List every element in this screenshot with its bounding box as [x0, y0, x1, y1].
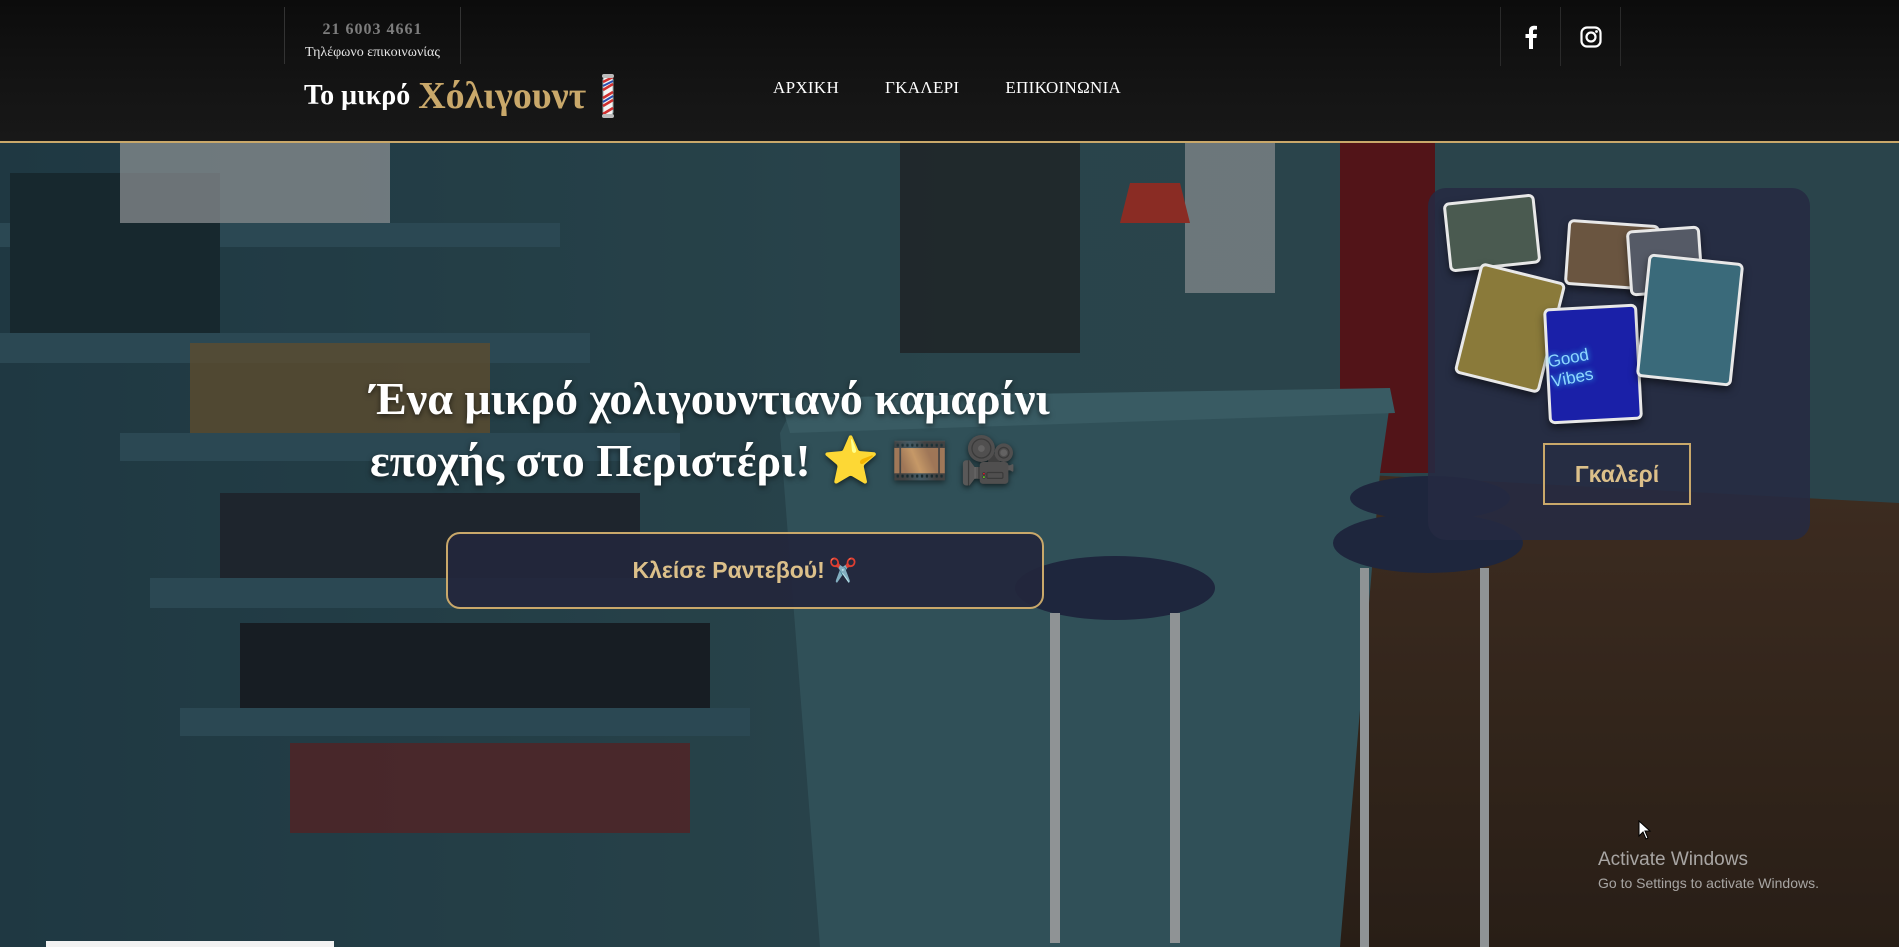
mouse-cursor-icon [1638, 820, 1652, 840]
nav-contact[interactable]: ΕΠΙΚΟΙΝΩΝΙΑ [1005, 78, 1121, 98]
gallery-button[interactable]: Γκαλερί [1543, 443, 1691, 505]
windows-activation-title: Activate Windows [1598, 849, 1748, 870]
hero-section: Ένα μικρό χολιγουντιανό καμαρίνι εποχής … [0, 143, 1899, 947]
gallery-thumb-shop-shelves[interactable] [1635, 253, 1745, 387]
instagram-link[interactable] [1560, 7, 1621, 66]
nav-gallery[interactable]: ΓΚΑΛΕΡΙ [885, 78, 959, 98]
phone-contact[interactable]: 21 6003 4661 Τηλέφωνο επικοινωνίας [284, 7, 461, 64]
book-appointment-button[interactable]: Κλείσε Ραντεβού! ✂️ [446, 532, 1044, 609]
book-appointment-label: Κλείσε Ραντεβού! [632, 557, 825, 583]
instagram-icon [1579, 25, 1602, 48]
site-header: 21 6003 4661 Τηλέφωνο επικοινωνίας Το μι… [0, 0, 1899, 143]
facebook-icon [1525, 25, 1537, 49]
hero-title-line1: Ένα μικρό χολιγουντιανό καμαρίνι [370, 373, 1050, 424]
main-nav: ΑΡΧΙΚΗ ΓΚΑΛΕΡΙ ΕΠΙΚΟΙΝΩΝΙΑ [773, 78, 1121, 98]
hero-title-line2: εποχής στο Περιστέρι! [370, 435, 811, 486]
logo-small-text: Το μικρό [304, 80, 411, 111]
scroll-indicator [46, 941, 334, 947]
hero-title: Ένα μικρό χολιγουντιανό καμαρίνι εποχής … [370, 368, 1130, 492]
neon-sign-text: Good Vibes [1545, 344, 1595, 392]
gallery-preview-card: Good Vibes Γκαλερί [1428, 188, 1810, 540]
facebook-link[interactable] [1500, 7, 1560, 66]
site-logo[interactable]: Το μικρό Χόλιγουντ [304, 70, 616, 122]
barber-pole-icon [602, 74, 615, 118]
nav-home[interactable]: ΑΡΧΙΚΗ [773, 78, 839, 98]
phone-number[interactable]: 21 6003 4661 [285, 21, 460, 39]
phone-caption: Τηλέφωνο επικοινωνίας [305, 45, 440, 60]
logo-big-text: Χόλιγουντ [418, 75, 587, 117]
gallery-thumb-shelf[interactable] [1442, 193, 1542, 273]
scissors-icon: ✂️ [828, 557, 858, 583]
windows-activation-subtitle: Go to Settings to activate Windows. [1598, 875, 1819, 891]
gallery-thumb-neon[interactable]: Good Vibes [1543, 303, 1643, 425]
hero-title-emojis: ⭐ 🎞️ 🎥 [822, 435, 1018, 486]
